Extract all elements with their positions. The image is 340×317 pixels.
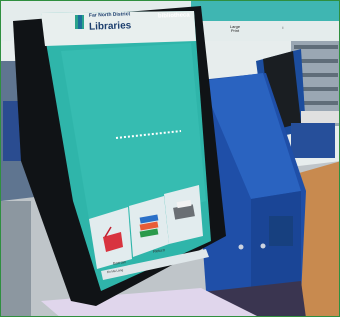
ceiling-band <box>191 1 339 21</box>
books-icon <box>139 214 159 238</box>
photo-canvas <box>1 1 339 316</box>
info-sign: i <box>282 25 284 30</box>
kiosk-photo: Far North District Libraries bibliotheca… <box>0 0 340 317</box>
brand-name: bibliotheca <box>157 12 190 20</box>
logo-name: Libraries <box>88 20 132 33</box>
screw <box>238 244 244 250</box>
large-print-sign: Large Print <box>229 24 241 33</box>
screw <box>260 243 266 249</box>
library-logo-icon <box>75 15 84 29</box>
